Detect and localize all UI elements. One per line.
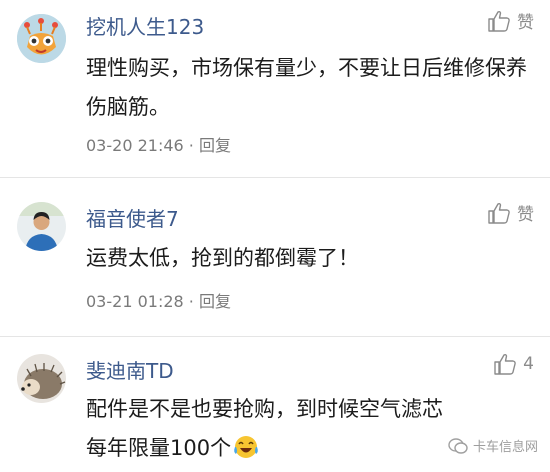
- timestamp: 03-20 21:46: [86, 136, 184, 155]
- avatar-person-icon: [17, 202, 66, 251]
- avatar[interactable]: [17, 202, 66, 251]
- like-button[interactable]: 赞: [487, 8, 534, 33]
- like-label: 赞: [517, 205, 534, 225]
- comment-text-line: 每年限量100个: [86, 436, 232, 460]
- reply-button[interactable]: 回复: [199, 292, 231, 311]
- watermark: 卡车信息网: [448, 436, 538, 455]
- like-label: 赞: [517, 13, 534, 33]
- comment-text: 配件是不是也要抢购，到时候空气滤芯 每年限量100个: [86, 390, 536, 472]
- timestamp: 03-21 01:28: [86, 292, 184, 311]
- avatar-monster-icon: [17, 14, 66, 63]
- wechat-logo-icon: [448, 437, 468, 454]
- thumbs-up-icon: [488, 202, 510, 224]
- reply-button[interactable]: 回复: [199, 136, 231, 155]
- thumbs-up-icon: [494, 353, 516, 375]
- watermark-text: 卡车信息网: [472, 440, 538, 455]
- username[interactable]: 斐迪南TD: [86, 355, 174, 384]
- comment-text: 理性购买，市场保有量少，不要让日后维修保养伤脑筋。: [86, 56, 527, 119]
- username[interactable]: 福音使者7: [86, 203, 179, 232]
- like-button[interactable]: 4: [493, 353, 534, 375]
- thumbs-up-icon: [488, 10, 510, 32]
- comment-item: 福音使者7 赞 运费太低，抢到的都倒霉了！ 03-21 01:28 · 回复: [0, 178, 550, 338]
- meta-separator: ·: [188, 292, 194, 311]
- comment-item: 挖机人生123 赞 理性购买，市场保有量少，不要让日后维修保养伤脑筋。 03-2…: [0, 0, 550, 165]
- avatar[interactable]: [17, 354, 66, 403]
- comment-text: 运费太低，抢到的都倒霉了！: [86, 246, 359, 270]
- comment-text-line: 配件是不是也要抢购，到时候空气滤芯: [86, 397, 443, 421]
- laughing-crying-emoji-icon: [233, 433, 259, 472]
- like-button[interactable]: 赞: [487, 200, 534, 225]
- meta-separator: ·: [188, 136, 194, 155]
- avatar-hedgehog-icon: [17, 354, 66, 403]
- like-count: 4: [523, 354, 534, 374]
- username[interactable]: 挖机人生123: [86, 11, 204, 40]
- comment-meta: 03-20 21:46 · 回复: [86, 132, 231, 156]
- comment-meta: 03-21 01:28 · 回复: [86, 288, 231, 312]
- avatar[interactable]: [17, 14, 66, 63]
